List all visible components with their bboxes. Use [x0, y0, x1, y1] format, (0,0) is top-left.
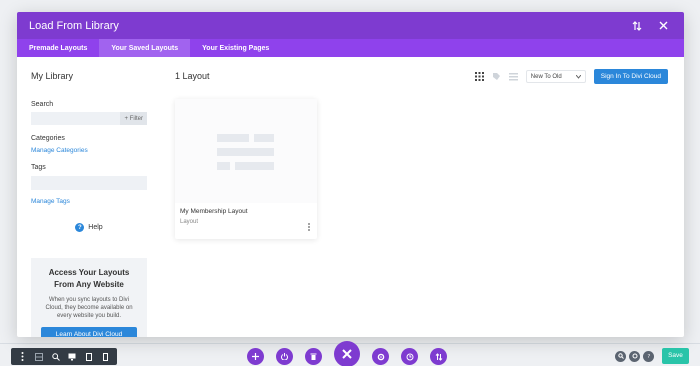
help-link[interactable]: ? Help: [31, 223, 147, 232]
history-icon[interactable]: [401, 348, 418, 365]
search-label: Search: [31, 101, 54, 108]
learn-about-divi-cloud-button[interactable]: Learn About Divi Cloud: [41, 327, 137, 337]
trash-icon[interactable]: [305, 348, 322, 365]
tag-view-icon[interactable]: [492, 72, 502, 82]
layout-card[interactable]: My Membership Layout Layout: [175, 99, 317, 239]
tab-your-saved-layouts[interactable]: Your Saved Layouts: [99, 39, 191, 57]
layout-thumbnail: [175, 99, 317, 203]
zoom-icon[interactable]: [50, 351, 62, 363]
thumb-placeholder: [254, 134, 274, 142]
load-library-modal: Load From Library Premade Layouts Your S…: [17, 12, 684, 337]
help-label: Help: [88, 224, 103, 231]
tab-your-existing-pages[interactable]: Your Existing Pages: [190, 39, 281, 57]
sort-select[interactable]: New To Old: [525, 70, 586, 83]
chevron-down-icon: [575, 74, 581, 79]
sign-in-divi-cloud-button[interactable]: Sign In To Divi Cloud: [593, 69, 668, 84]
divi-cloud-promo: Access Your Layouts From Any Website Whe…: [31, 258, 147, 337]
tab-premade-layouts[interactable]: Premade Layouts: [17, 39, 99, 57]
sidebar-title: My Library: [31, 71, 74, 81]
builder-right-bar: ? Save: [615, 348, 689, 364]
cloud-promo-text: When you sync layouts to Divi Cloud, the…: [45, 297, 133, 319]
search-icon[interactable]: [615, 350, 626, 362]
layout-type: Layout: [180, 219, 199, 225]
thumb-placeholder: [217, 162, 230, 170]
filter-button[interactable]: + Filter: [120, 112, 147, 125]
more-options-icon[interactable]: [307, 222, 311, 231]
tags-input[interactable]: [31, 176, 147, 190]
layouts-toolbar: New To Old Sign In To Divi Cloud: [475, 69, 668, 84]
menu-dots-icon[interactable]: [16, 351, 28, 363]
cloud-promo-title: Access Your Layouts From Any Website: [48, 268, 130, 289]
phone-icon[interactable]: [100, 351, 112, 363]
sort-arrows-icon[interactable]: [628, 17, 646, 35]
settings-gear-icon[interactable]: [372, 348, 389, 365]
grid-view-icon[interactable]: [475, 72, 485, 82]
layout-name: My Membership Layout: [180, 208, 248, 215]
save-button[interactable]: Save: [662, 348, 689, 364]
sort-value: New To Old: [530, 73, 562, 80]
power-icon[interactable]: [276, 348, 293, 365]
manage-tags-link[interactable]: Manage Tags: [31, 198, 147, 205]
desktop-icon[interactable]: [66, 351, 78, 363]
builder-center-bar: [247, 341, 459, 366]
modal-tabs: Premade Layouts Your Saved Layouts Your …: [17, 39, 684, 57]
manage-categories-link[interactable]: Manage Categories: [31, 147, 147, 154]
help-circle-icon[interactable]: ?: [643, 350, 654, 362]
thumb-placeholder: [217, 148, 274, 156]
modal-header: Load From Library: [17, 12, 684, 39]
wireframe-icon[interactable]: [33, 351, 45, 363]
svg-text:?: ?: [647, 354, 650, 359]
tags-label: Tags: [31, 164, 46, 171]
list-view-icon[interactable]: [509, 72, 519, 82]
thumb-placeholder: [235, 162, 274, 170]
close-builder-icon[interactable]: [334, 341, 360, 366]
page-settings-bar: [11, 348, 117, 365]
categories-label: Categories: [31, 135, 65, 142]
layers-icon[interactable]: [629, 350, 640, 362]
thumb-placeholder: [217, 134, 249, 142]
portability-icon[interactable]: [430, 348, 447, 365]
add-icon[interactable]: [247, 348, 264, 365]
layouts-main: 1 Layout New To Old Sign In To Divi Clou…: [175, 67, 668, 239]
help-icon: ?: [75, 223, 85, 232]
search-input[interactable]: + Filter: [31, 112, 147, 125]
modal-title: Load From Library: [29, 19, 119, 32]
tablet-icon[interactable]: [83, 351, 95, 363]
library-sidebar: My Library Search + Filter Categories Ma…: [31, 67, 147, 337]
close-icon[interactable]: [654, 17, 672, 35]
